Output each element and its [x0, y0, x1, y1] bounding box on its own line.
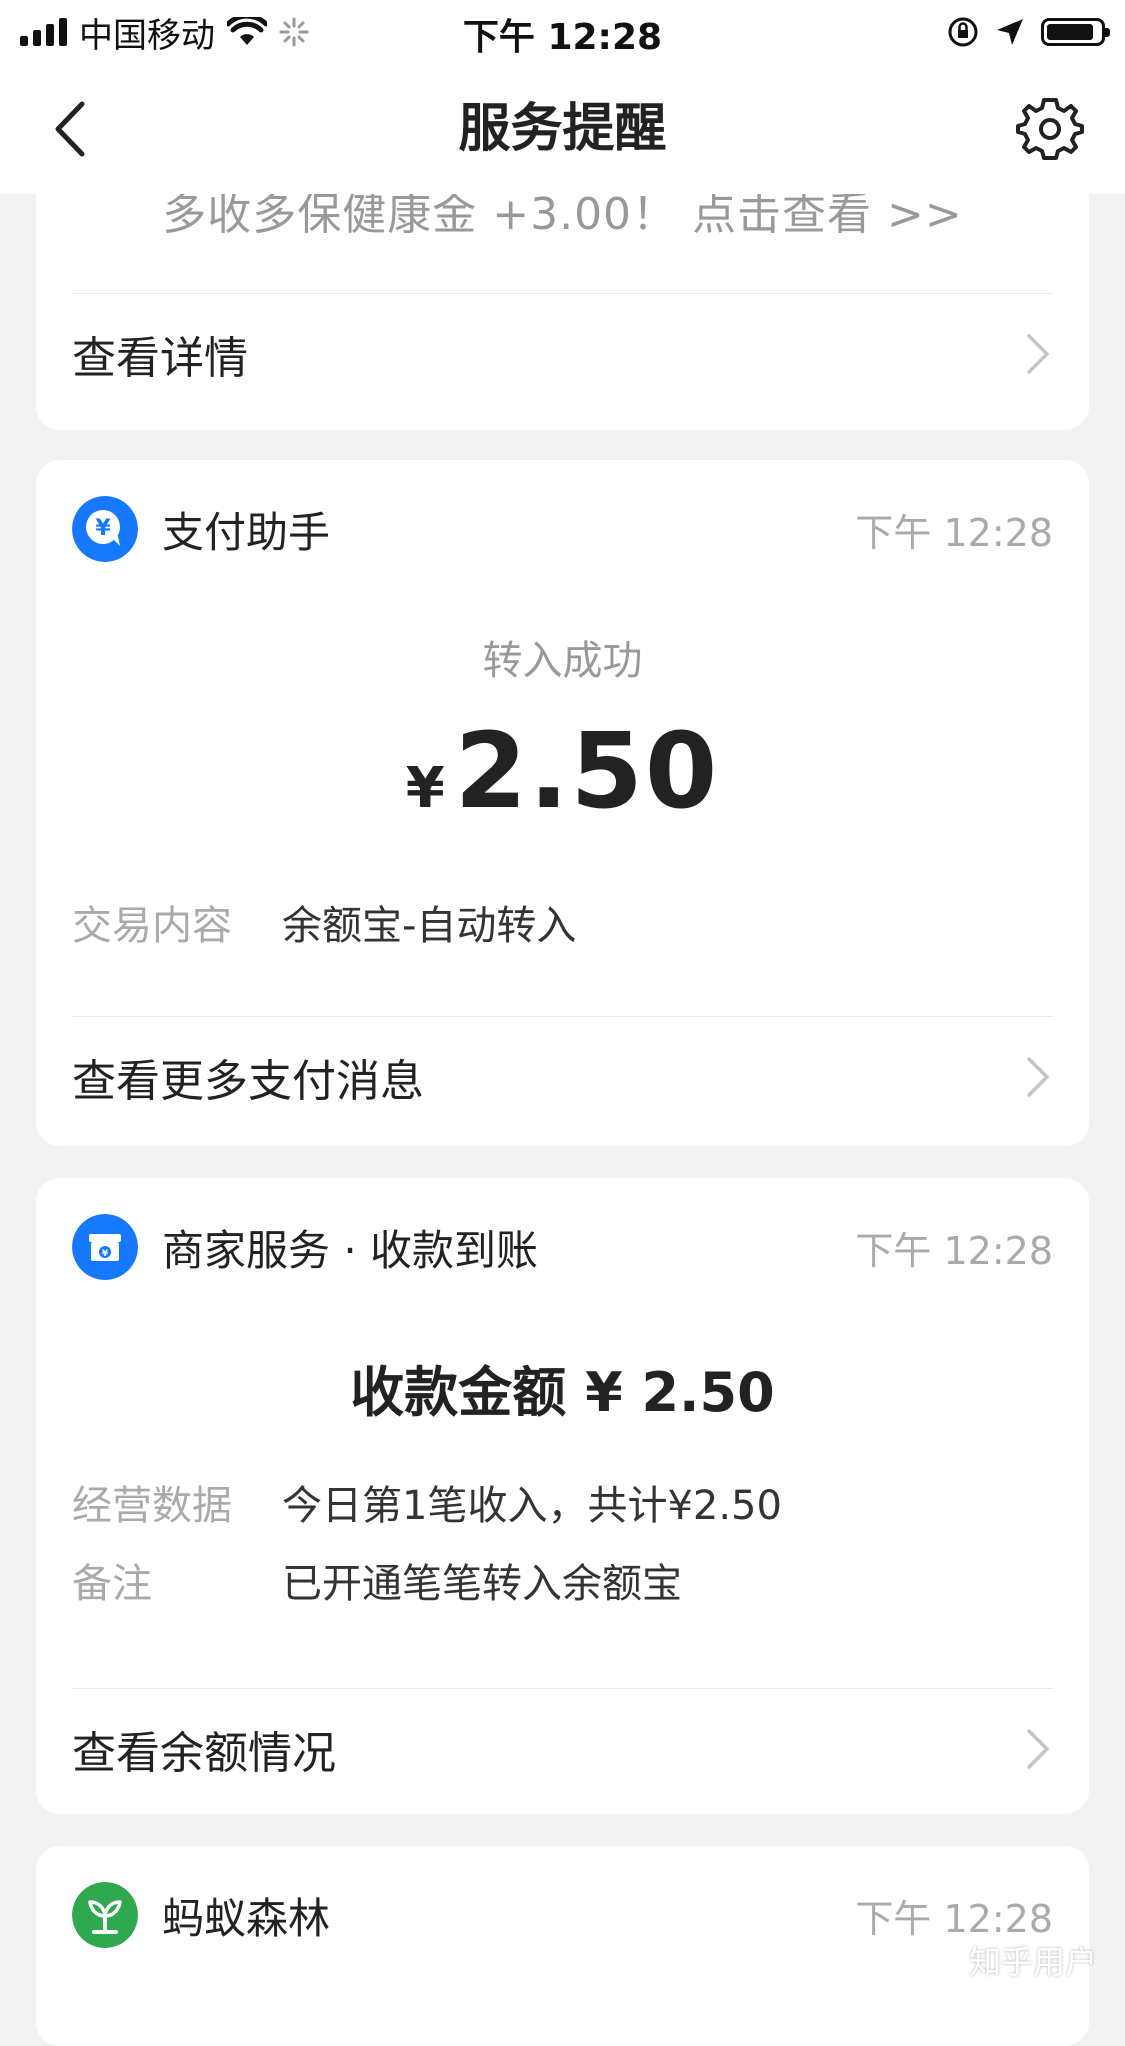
card-header: 蚂蚁森林 下午 12:28 [72, 1880, 1053, 1950]
watermark: 知乎用户 [968, 1943, 1097, 1981]
app-name: 商家服务 · 收款到账 [162, 1225, 539, 1275]
svg-text:¥: ¥ [102, 1249, 109, 1259]
detail-value: 已开通笔笔转入余额宝 [282, 1561, 682, 1607]
detail-label: 交易内容 [72, 903, 232, 949]
more-payment-messages-link[interactable]: 查看更多支付消息 [72, 1017, 1053, 1137]
detail-value: 今日第1笔收入，共计¥2.50 [282, 1483, 782, 1529]
view-details-label: 查看详情 [72, 333, 248, 384]
detail-label: 备注 [72, 1561, 152, 1607]
gear-icon[interactable] [1015, 94, 1085, 164]
orientation-lock-icon [948, 17, 978, 47]
amount-value: 2.50 [454, 710, 720, 832]
transfer-status: 转入成功 [482, 638, 643, 684]
forest-icon [72, 1882, 138, 1948]
navigation-bar: 服务提醒 [0, 64, 1125, 194]
view-balance-label: 查看余额情况 [72, 1728, 336, 1779]
view-details-link[interactable]: 查看详情 [72, 294, 1053, 414]
transfer-amount: ¥2.50 [36, 710, 1089, 832]
status-bar: 中国移动 下午 12:28 [0, 0, 1125, 64]
battery-icon [1041, 18, 1110, 46]
currency-symbol: ¥ [405, 756, 445, 821]
payment-assistant-card: ¥ 支付助手 下午 12:28 转入成功 ¥2.50 交易内容 余额宝-自动转入… [36, 460, 1089, 1146]
chevron-right-icon [1027, 334, 1049, 374]
merchant-service-card: ¥ 商家服务 · 收款到账 下午 12:28 收款金额 ¥ 2.50 经营数据 … [36, 1178, 1089, 1814]
business-data-row: 经营数据 今日第1笔收入，共计¥2.50 [72, 1472, 1053, 1532]
timestamp: 下午 12:28 [855, 1228, 1053, 1273]
page-title: 服务提醒 [458, 99, 667, 159]
remark-row: 备注 已开通笔笔转入余额宝 [72, 1550, 1053, 1610]
received-amount: 收款金额 ¥ 2.50 [350, 1361, 775, 1424]
detail-label: 经营数据 [72, 1483, 232, 1529]
view-balance-link[interactable]: 查看余额情况 [72, 1689, 1053, 1809]
store-icon: ¥ [72, 1214, 138, 1280]
yuan-icon: ¥ [72, 496, 138, 562]
app-name: 蚂蚁森林 [162, 1893, 331, 1943]
status-right [947, 10, 1110, 54]
more-payment-messages-label: 查看更多支付消息 [72, 1056, 424, 1107]
card-header: ¥ 支付助手 下午 12:28 [72, 494, 1053, 564]
location-arrow-icon [997, 19, 1023, 45]
card-header: ¥ 商家服务 · 收款到账 下午 12:28 [72, 1212, 1053, 1282]
app-name: 支付助手 [162, 507, 331, 557]
detail-value: 余额宝-自动转入 [282, 903, 577, 949]
chevron-right-icon [1027, 1057, 1049, 1097]
chevron-right-icon [1027, 1729, 1049, 1769]
svg-text:¥: ¥ [95, 516, 111, 541]
transaction-detail-row: 交易内容 余额宝-自动转入 [72, 892, 1053, 952]
timestamp: 下午 12:28 [855, 510, 1053, 555]
ant-forest-card: 蚂蚁森林 下午 12:28 [36, 1846, 1089, 2046]
timestamp: 下午 12:28 [855, 1896, 1053, 1941]
